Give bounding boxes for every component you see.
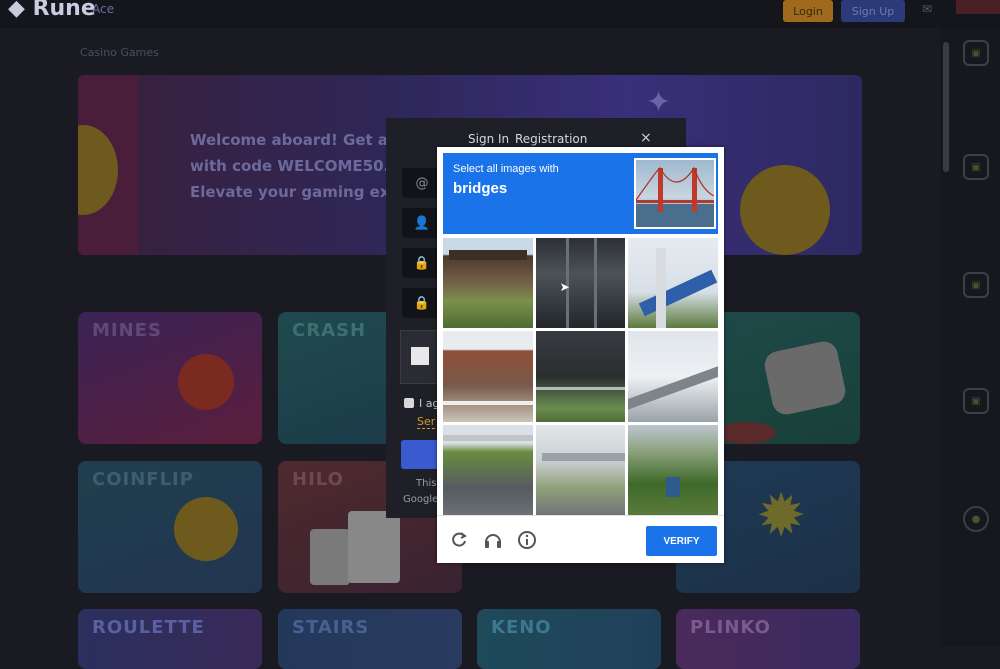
star-icon: ✹ — [756, 481, 807, 551]
fence — [535, 387, 626, 391]
game-tile-stairs[interactable]: STAIRS — [278, 609, 462, 669]
password-field[interactable]: 🔒 — [402, 248, 442, 278]
refresh-icon[interactable] — [449, 530, 469, 550]
captcha-header: Select all images with bridges — [443, 153, 718, 234]
login-button[interactable]: Login — [783, 0, 833, 22]
verify-button[interactable]: VERIFY — [646, 526, 717, 556]
overpass-deck — [541, 452, 626, 461]
banner-coin-right — [740, 165, 830, 255]
sidebar-game-icon[interactable]: ▣ — [963, 272, 989, 298]
recaptcha-checkbox[interactable] — [411, 347, 429, 365]
coin-icon — [174, 497, 238, 561]
bridge-deck — [639, 269, 718, 317]
overpass — [628, 364, 718, 412]
banner-line-3: Elevate your gaming exp — [190, 183, 401, 201]
sidebar-game-icon[interactable]: ▣ — [963, 388, 989, 414]
captcha-tile-road[interactable] — [443, 424, 533, 515]
captcha-challenge: Select all images with bridges ➤ VERIFY — [437, 147, 724, 563]
captcha-tile-roof[interactable] — [443, 331, 533, 422]
captcha-tile-house[interactable] — [443, 238, 533, 329]
breadcrumb[interactable]: Casino Games — [80, 46, 159, 59]
apple-icon — [178, 354, 234, 410]
captcha-tile-forest[interactable] — [628, 424, 718, 515]
confirm-password-field[interactable]: 🔒 — [402, 288, 442, 318]
audio-icon[interactable] — [483, 530, 503, 550]
sidebar-game-icon[interactable]: ▣ — [963, 154, 989, 180]
red-shape — [716, 422, 776, 444]
header-red-element[interactable] — [956, 0, 1000, 14]
recaptcha-box[interactable] — [400, 330, 442, 384]
roof-rail — [443, 401, 533, 406]
email-field[interactable]: @ — [402, 168, 442, 198]
tab-sign-in[interactable]: Sign In — [468, 132, 509, 146]
card-icon — [310, 529, 350, 585]
tab-registration[interactable]: Registration — [515, 132, 587, 146]
logo-sub: Ace — [92, 2, 114, 16]
terms-link[interactable]: Ser — [417, 415, 436, 429]
game-tile-coinflip[interactable]: COINFLIP — [78, 461, 262, 593]
username-field[interactable]: 👤 — [402, 208, 442, 238]
bridge-pillar — [656, 248, 667, 328]
tile-label: ROULETTE — [92, 617, 205, 638]
captcha-footer: VERIFY — [437, 515, 724, 564]
house-roof — [449, 250, 527, 260]
cursor-icon: ➤ — [559, 280, 570, 294]
captcha-image-grid: ➤ — [443, 238, 718, 515]
game-tile-roulette[interactable]: ROULETTE — [78, 609, 262, 669]
tower-strut — [593, 238, 597, 328]
chat-icon[interactable]: ✉ — [922, 2, 938, 16]
dice-icon — [762, 339, 848, 417]
right-sidebar — [940, 28, 1000, 646]
card-icon — [348, 511, 400, 583]
bridge-sample-drawing — [636, 166, 714, 227]
footer-text-1: This — [416, 478, 437, 489]
tile-label: HILO — [292, 469, 344, 490]
register-button[interactable] — [401, 440, 441, 469]
banner-line-2: with code WELCOME50. — [190, 157, 390, 175]
site-logo[interactable]: ◆ Rune — [8, 0, 96, 21]
sparkle-icon: ✦ — [646, 85, 672, 120]
close-icon[interactable]: × — [640, 130, 652, 146]
captcha-tile-machinery[interactable]: ➤ — [535, 238, 626, 329]
info-icon[interactable] — [517, 530, 537, 550]
captcha-tile-bridge-blue[interactable] — [628, 238, 718, 329]
captcha-tile-overpass[interactable] — [535, 424, 626, 515]
sidebar-game-icon[interactable]: ● — [963, 506, 989, 532]
captcha-tile-highway-bridge[interactable] — [628, 331, 718, 422]
game-tile-keno[interactable]: KENO — [477, 609, 661, 669]
game-tile-plinko[interactable]: PLINKO — [676, 609, 860, 669]
agree-checkbox[interactable] — [404, 398, 414, 408]
sidebar-game-icon[interactable]: ▣ — [963, 40, 989, 66]
road-bridge — [443, 434, 533, 441]
captcha-tile-smoke[interactable] — [535, 331, 626, 422]
bridge-example-image — [634, 158, 716, 229]
logo-text: Rune — [32, 0, 96, 21]
game-tile-mines[interactable]: MINES — [78, 312, 262, 444]
tile-label: STAIRS — [292, 617, 370, 638]
signup-button[interactable]: Sign Up — [841, 0, 905, 22]
sign — [666, 476, 681, 497]
tile-label: KENO — [491, 617, 552, 638]
footer-text-2: Google — [403, 494, 439, 505]
tile-label: PLINKO — [690, 617, 771, 638]
tile-label: MINES — [92, 320, 162, 341]
captcha-target-word: bridges — [453, 180, 508, 197]
scrollbar[interactable] — [943, 42, 949, 172]
tile-label: CRASH — [292, 320, 367, 341]
banner-line-1: Welcome aboard! Get a S — [190, 131, 405, 149]
captcha-instruction: Select all images with — [453, 163, 559, 175]
tile-label: COINFLIP — [92, 469, 194, 490]
